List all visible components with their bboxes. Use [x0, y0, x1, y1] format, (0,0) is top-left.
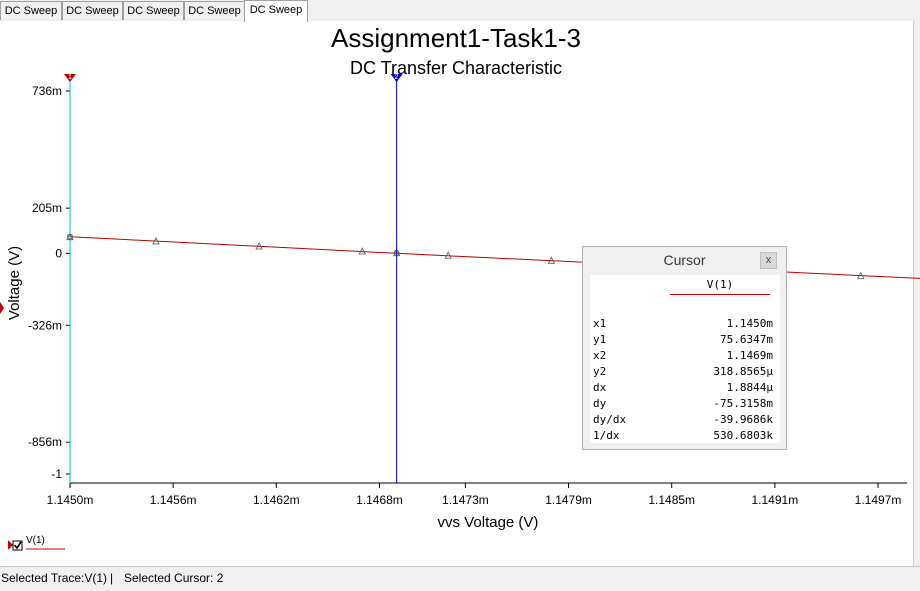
- cursor-trace-name: V(1): [706, 278, 734, 291]
- x-tick-label: 1.1456m: [150, 493, 197, 507]
- readout-row-y1: y1 75.6347m: [593, 332, 773, 348]
- chart-title: Assignment1-Task1-3: [331, 23, 581, 53]
- x-tick-label: 1.1479m: [545, 493, 592, 507]
- readout-row-x1: x1 1.1450m: [593, 316, 773, 332]
- chart-subtitle: DC Transfer Characteristic: [350, 58, 562, 78]
- status-separator: |: [110, 571, 114, 585]
- readout-row-y2: y2 318.8565µ: [593, 364, 773, 380]
- x-tick-label: 1.1468m: [356, 493, 403, 507]
- readout-key: y2: [593, 365, 607, 378]
- y-tick-label: 205m: [32, 201, 62, 215]
- readout-row-inv-dx: 1/dx 530.6803k: [593, 428, 773, 444]
- readout-value: 1.1450m: [726, 317, 773, 330]
- readout-row-dy: dy -75.3158m: [593, 396, 773, 412]
- cursor-readout: V(1) x1 1.1450m y1 75.6347m x2 1.1469m y2 31…: [590, 275, 780, 443]
- readout-value: 1.8844µ: [726, 381, 773, 394]
- cursor-panel-title: Cursor: [663, 252, 706, 268]
- readout-key: x1: [593, 317, 607, 330]
- readout-value: -39.9686k: [713, 413, 773, 426]
- y-axis-label: Voltage (V): [6, 246, 23, 320]
- legend-pointer-icon: [8, 540, 13, 550]
- selected-trace-status: Selected Trace:V(1): [1, 571, 108, 585]
- readout-row-x2: x2 1.1469m: [593, 348, 773, 364]
- readout-value: -75.3158m: [713, 397, 773, 410]
- readout-row-dydx: dy/dx -39.9686k: [593, 412, 773, 428]
- y-tick-label: -856m: [28, 435, 62, 449]
- legend: V(1): [8, 535, 78, 556]
- tab-dc-sweep-5[interactable]: DC Sweep: [244, 0, 308, 22]
- x-tick-label: 1.1473m: [442, 493, 489, 507]
- y-tick-label: -1: [51, 467, 62, 481]
- readout-key: 1/dx: [593, 429, 620, 442]
- readout-key: dy: [593, 397, 607, 410]
- readout-key: x2: [593, 349, 607, 362]
- cursor-1-label: 1: [68, 74, 72, 81]
- y-tick-label: 736m: [32, 84, 62, 98]
- y-tick-label: -326m: [28, 318, 62, 332]
- legend-label: V(1): [26, 535, 45, 546]
- readout-row-dx: dx 1.8844µ: [593, 380, 773, 396]
- x-tick-label: 1.1450m: [47, 493, 94, 507]
- trace-line-v1: [69, 236, 920, 279]
- status-bar: Selected Trace:V(1) | Selected Cursor: 2: [0, 566, 920, 591]
- y-tick-label: 0: [55, 246, 62, 260]
- readout-value: 318.8565µ: [713, 365, 773, 378]
- x-tick-label: 1.1485m: [648, 493, 695, 507]
- readout-key: y1: [593, 333, 607, 346]
- x-tick-label: 1.1462m: [253, 493, 300, 507]
- readout-value: 530.6803k: [713, 429, 773, 442]
- cursor-trace-line: [670, 294, 770, 295]
- x-tick-label: 1.1497m: [855, 493, 902, 507]
- x-axis-label: vvs Voltage (V): [438, 514, 539, 531]
- selected-cursor-status: Selected Cursor: 2: [124, 571, 224, 585]
- readout-value: 75.6347m: [720, 333, 773, 346]
- y-axis-pointer-icon: [0, 302, 4, 314]
- readout-key: dy/dx: [593, 413, 627, 426]
- readout-key: dx: [593, 381, 607, 394]
- cursor-panel: Cursor x V(1) x1 1.1450m y1 75.6347m x2 1.1…: [582, 246, 787, 450]
- cursor-layer: 12: [64, 74, 403, 483]
- readout-value: 1.1469m: [726, 349, 773, 362]
- close-icon[interactable]: x: [760, 252, 777, 269]
- trace-layer: [66, 232, 920, 279]
- x-tick-label: 1.1491m: [751, 493, 798, 507]
